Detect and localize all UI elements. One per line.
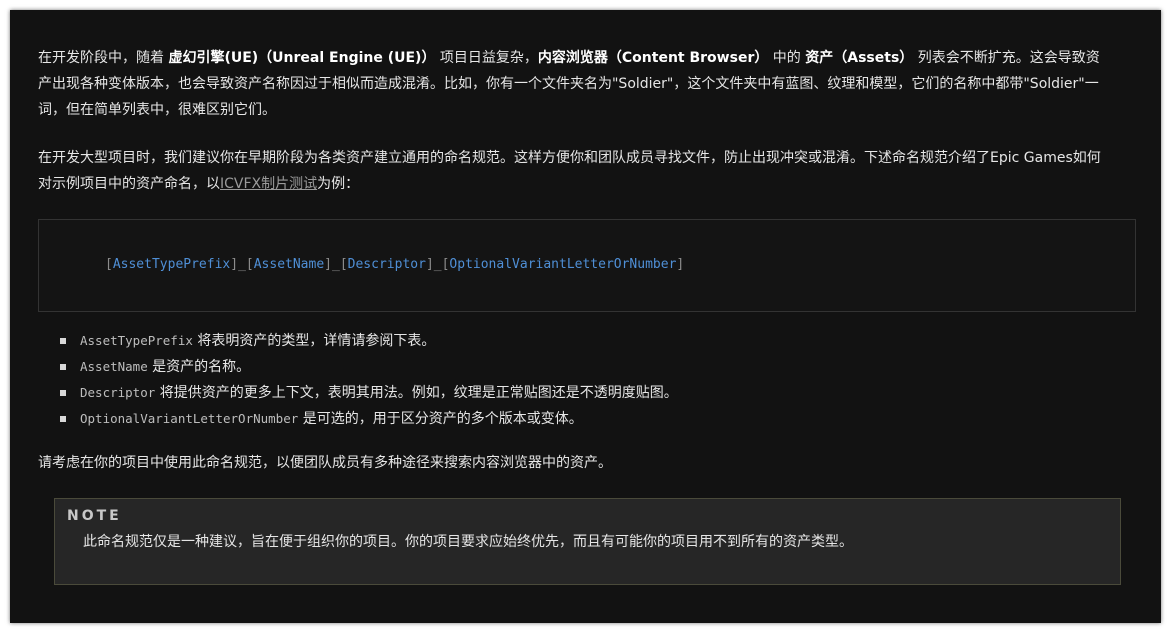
list-item-text: 是可选的，用于区分资产的多个版本或变体。 — [298, 411, 583, 427]
naming-pattern-code-block: [AssetTypePrefix]_[AssetName]_[Descripto… — [38, 219, 1136, 312]
bracket-close: ] — [324, 257, 332, 272]
intro-text-1: 在开发阶段中，随着 — [38, 50, 169, 66]
recommend-paragraph: 在开发大型项目时，我们建议你在早期阶段为各类资产建立通用的命名规范。这样方便你和… — [38, 145, 1106, 197]
recommend-text: 在开发大型项目时，我们建议你在早期阶段为各类资产建立通用的命名规范。这样方便你和… — [38, 150, 1101, 192]
icvfx-link[interactable]: ICVFX制片测试 — [220, 176, 317, 192]
note-title: NOTE — [67, 508, 122, 524]
term-content-browser: 内容浏览器（Content Browser） — [537, 50, 769, 66]
bracket-open: [ — [339, 257, 348, 272]
note-callout: NOTE 此命名规范仅是一种建议，旨在便于组织你的项目。你的项目要求应始终优先，… — [54, 498, 1121, 585]
list-item: AssetName 是资产的名称。 — [60, 354, 678, 380]
intro-text-3: 中的 — [768, 50, 806, 66]
bracket-close: ] — [230, 257, 239, 272]
bracket-open: [ — [245, 257, 254, 272]
note-body: 此命名规范仅是一种建议，旨在便于组织你的项目。你的项目要求应始终优先，而且有可能… — [83, 534, 853, 550]
list-item: AssetTypePrefix 将表明资产的类型，详情请参阅下表。 — [60, 328, 678, 354]
list-item: Descriptor 将提供资产的更多上下文，表明其用法。例如，纹理是正常贴图还… — [60, 380, 678, 406]
intro-paragraph: 在开发阶段中，随着 虚幻引擎(UE)（Unreal Engine (UE)） 项… — [38, 45, 1106, 123]
list-item-text: 将提供资产的更多上下文，表明其用法。例如，纹理是正常贴图还是不透明度贴图。 — [155, 385, 678, 401]
bracket-close: ] — [676, 257, 685, 272]
code-token-asset-name: AssetName — [253, 257, 325, 272]
naming-parts-list: AssetTypePrefix 将表明资产的类型，详情请参阅下表。 AssetN… — [60, 328, 678, 432]
bracket-close: ] — [425, 257, 434, 272]
separator: _ — [332, 257, 340, 272]
intro-text-2: 项目日益复杂， — [435, 50, 538, 66]
list-item-code: AssetName — [80, 359, 148, 374]
list-item-code: OptionalVariantLetterOrNumber — [80, 411, 299, 426]
bullet-square-icon — [60, 338, 66, 344]
separator: _ — [433, 257, 442, 272]
separator: _ — [238, 257, 246, 272]
bullet-square-icon — [60, 364, 66, 370]
term-assets: 资产（Assets） — [805, 50, 914, 66]
consider-paragraph: 请考虑在你的项目中使用此命名规范，以便团队成员有多种途径来搜索内容浏览器中的资产… — [38, 455, 612, 471]
list-item-code: Descriptor — [80, 385, 156, 400]
bullet-square-icon — [60, 390, 66, 396]
code-token-optional-variant: OptionalVariantLetterOrNumber — [449, 257, 677, 272]
code-token-descriptor: Descriptor — [347, 257, 426, 272]
list-item-text: 将表明资产的类型，详情请参阅下表。 — [192, 333, 436, 349]
list-item-code: AssetTypePrefix — [80, 333, 193, 348]
recommend-suffix: 为例： — [317, 176, 360, 192]
naming-pattern-code-line: [AssetTypePrefix]_[AssetName]_[Descripto… — [105, 257, 684, 272]
term-unreal-engine: 虚幻引擎(UE)（Unreal Engine (UE)） — [168, 50, 436, 66]
article-panel: 在开发阶段中，随着 虚幻引擎(UE)（Unreal Engine (UE)） 项… — [10, 10, 1161, 623]
list-item: OptionalVariantLetterOrNumber 是可选的，用于区分资… — [60, 406, 678, 432]
bracket-open: [ — [105, 257, 113, 272]
code-token-asset-type-prefix: AssetTypePrefix — [112, 257, 231, 272]
bullet-square-icon — [60, 416, 66, 422]
list-item-text: 是资产的名称。 — [147, 359, 251, 375]
